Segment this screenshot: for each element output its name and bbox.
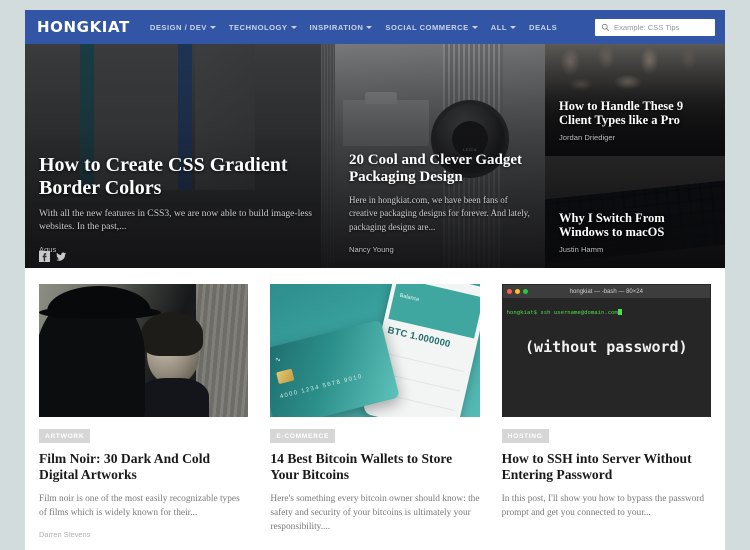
article-title[interactable]: Film Noir: 30 Dark And Cold Digital Artw… [39,451,248,484]
main-nav: DESIGN / DEV TECHNOLOGY INSPIRATION SOCI… [150,23,595,32]
card-logo-graphic: ∿ [274,356,283,365]
terminal-command-line: hongkiat$ ssh username@domain.com [506,310,618,316]
terminal-window-title: hongkiat — -bash — 80×24 [569,288,643,295]
article-image-film-noir[interactable] [39,284,249,417]
article-excerpt: Film noir is one of the most easily reco… [39,493,240,518]
nav-label: ALL [490,22,507,32]
hero-side-card-clients[interactable]: How to Handle These 9 Client Types like … [545,44,725,156]
phone-list-divider [382,352,465,373]
nav-label: INSPIRATION [309,22,364,32]
hero-side-title[interactable]: Why I Switch From Windows to macOS [559,211,711,241]
terminal-body: hongkiat$ ssh username@domain.com [503,298,710,322]
hero-primary-excerpt: With all the new features in CSS3, we ar… [39,207,312,233]
hero-side-author: Jordan Driediger [559,133,616,142]
article-title[interactable]: How to SSH into Server Without Entering … [502,451,711,484]
hero-secondary-card[interactable]: LEICA 20 Cool and Clever Gadget Packagin… [335,44,545,268]
nav-item-all[interactable]: ALL [491,23,516,32]
social-links [39,251,67,262]
nav-label: SOCIAL COMMERCE [385,22,469,32]
article-card-ssh[interactable]: hongkiat — -bash — 80×24 hongkiat$ ssh u… [501,284,711,545]
hero-side-text: Why I Switch From Windows to macOS Justi… [545,211,725,269]
nav-item-inspiration[interactable]: INSPIRATION [310,23,373,32]
article-image-terminal[interactable]: hongkiat — -bash — 80×24 hongkiat$ ssh u… [501,284,711,417]
hero-side-card-macos[interactable]: Why I Switch From Windows to macOS Justi… [545,156,725,268]
page-root: HONGKIAT DESIGN / DEV TECHNOLOGY INSPIRA… [0,0,750,550]
phone-balance-label: Balance [398,292,420,304]
article-excerpt: In this post, I'll show you how to bypas… [501,493,705,518]
article-image-bitcoin[interactable]: Balance BTC 1.000000 ∿ 4000 1234 5678 90… [270,284,480,417]
card-chip-graphic [276,368,295,385]
site-logo[interactable]: HONGKIAT [37,19,130,35]
hero-primary-text: How to Create CSS Gradient Border Colors… [25,154,335,268]
chevron-down-icon [471,25,478,29]
hero-secondary-title[interactable]: 20 Cool and Clever Gadget Packaging Desi… [349,152,531,187]
search-input[interactable] [614,22,715,32]
article-card-film-noir[interactable]: ARTWORK Film Noir: 30 Dark And Cold Digi… [39,284,249,545]
article-card-grid: ARTWORK Film Noir: 30 Dark And Cold Digi… [25,268,725,545]
category-tag-ecommerce[interactable]: E-COMMERCE [270,429,336,443]
nav-item-social-commerce[interactable]: SOCIAL COMMERCE [385,22,478,32]
noir-hat-brim-graphic [39,306,161,319]
hero-side-title[interactable]: How to Handle These 9 Client Types like … [559,99,711,129]
article-excerpt: Here's something every bitcoin owner sho… [270,493,480,533]
chevron-down-icon [209,25,216,29]
hero-primary-author: Agus [39,245,57,254]
noir-woman-body-graphic [137,378,209,417]
site-container: HONGKIAT DESIGN / DEV TECHNOLOGY INSPIRA… [25,10,725,550]
search-box[interactable] [595,18,715,36]
noir-hair-graphic [141,312,203,356]
terminal-titlebar: hongkiat — -bash — 80×24 [502,285,710,298]
nav-item-technology[interactable]: TECHNOLOGY [229,23,297,32]
article-author: Darren Stevens [39,530,91,540]
nav-item-design-dev[interactable]: DESIGN / DEV [150,23,216,32]
hero-primary-card[interactable]: How to Create CSS Gradient Border Colors… [25,44,335,268]
hero-side-author: Justin Hamm [559,245,604,254]
hero-primary-title[interactable]: How to Create CSS Gradient Border Colors [39,154,321,200]
article-card-bitcoin[interactable]: Balance BTC 1.000000 ∿ 4000 1234 5678 90… [270,284,480,545]
chevron-down-icon [366,25,373,29]
facebook-icon[interactable] [39,251,50,262]
terminal-cursor [617,309,622,315]
category-tag-artwork[interactable]: ARTWORK [39,429,91,443]
article-title[interactable]: 14 Best Bitcoin Wallets to Store Your Bi… [270,451,479,484]
hero-side-column: How to Handle These 9 Client Types like … [545,44,725,268]
chevron-down-icon [290,25,297,29]
search-icon [601,23,610,31]
nav-label: DESIGN / DEV [149,22,207,32]
site-header: HONGKIAT DESIGN / DEV TECHNOLOGY INSPIRA… [25,10,725,44]
nav-item-deals[interactable]: DEALS [529,23,557,32]
hero-secondary-text: 20 Cool and Clever Gadget Packaging Desi… [335,152,545,268]
twitter-icon[interactable] [56,251,67,262]
nav-label: TECHNOLOGY [228,22,288,32]
hero-section: How to Create CSS Gradient Border Colors… [25,44,725,268]
category-tag-hosting[interactable]: HOSTING [501,429,549,443]
chevron-down-icon [509,25,516,29]
nav-label: DEALS [528,22,558,32]
terminal-window-graphic: hongkiat — -bash — 80×24 hongkiat$ ssh u… [501,284,711,417]
hero-secondary-excerpt: Here in hongkiat.com, we have been fans … [349,194,530,232]
hero-side-text: How to Handle These 9 Client Types like … [545,99,725,157]
terminal-headline: (without password) [525,338,688,356]
hero-secondary-author: Nancy Young [349,245,394,254]
